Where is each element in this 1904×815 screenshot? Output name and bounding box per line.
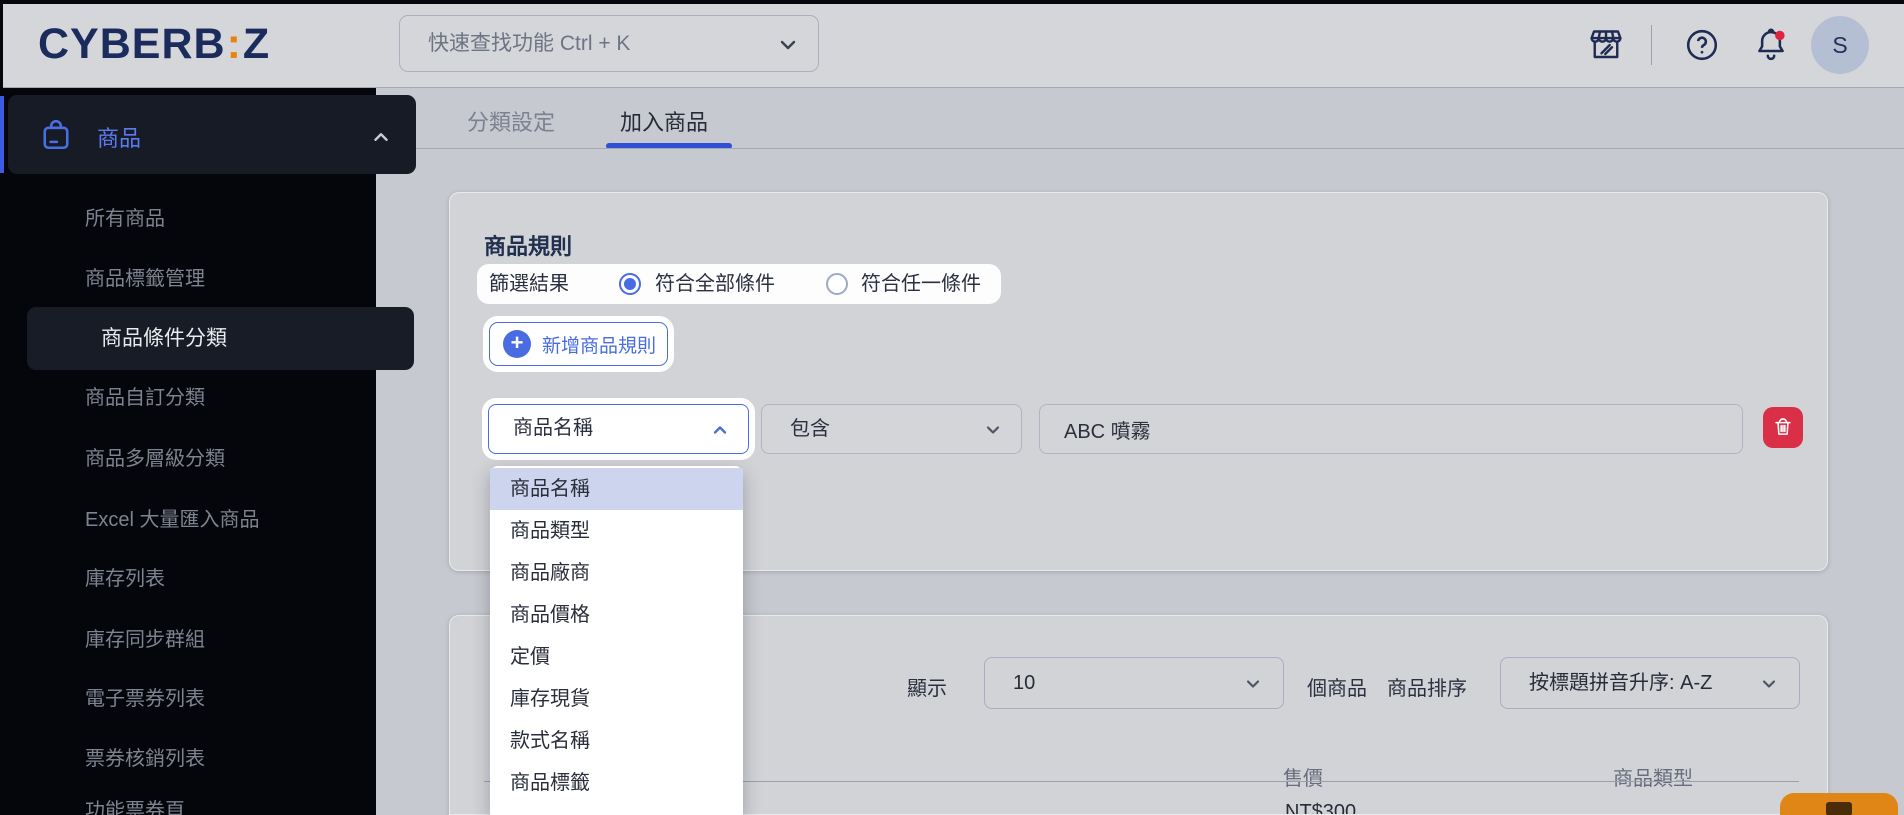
sort-select[interactable]: 按標題拼音升序: A-Z (1500, 657, 1800, 709)
add-rule-label: 新增商品規則 (542, 335, 657, 357)
help-icon[interactable] (1684, 27, 1720, 63)
shopping-bag-icon (38, 117, 74, 158)
column-header-price: 售價 (1283, 768, 1323, 790)
tabs-divider (376, 148, 1904, 149)
option-variant-name[interactable]: 款式名稱 (490, 720, 743, 762)
active-section-accent (0, 96, 4, 173)
sidebar-item-excel-import[interactable]: Excel 大量匯入商品 (85, 506, 259, 534)
chat-widget-button[interactable] (1780, 793, 1898, 815)
rule-field-value: 商品名稱 (513, 417, 593, 439)
tab-category-settings[interactable]: 分類設定 (467, 105, 555, 137)
logo-text-2: Z (242, 20, 271, 68)
chevron-down-icon[interactable] (776, 33, 800, 62)
chevron-up-icon (710, 420, 730, 446)
per-page-value: 10 (1013, 672, 1036, 694)
search-input[interactable] (428, 16, 758, 71)
sidebar-item-all-products[interactable]: 所有商品 (85, 205, 165, 233)
option-product-vendor[interactable]: 商品廠商 (490, 552, 743, 594)
sort-value: 按標題拼音升序: A-Z (1529, 672, 1713, 694)
bell-icon[interactable] (1752, 25, 1788, 61)
sort-label: 商品排序 (1387, 678, 1467, 700)
tab-add-products[interactable]: 加入商品 (620, 105, 708, 137)
field-options-dropdown: 商品名稱 商品類型 商品廠商 商品價格 定價 庫存現貨 款式名稱 商品標籤 (490, 466, 743, 815)
chevron-down-icon (1759, 674, 1779, 699)
sidebar-item-tag-management[interactable]: 商品標籤管理 (85, 265, 205, 293)
table-row-price: NT$300 (1285, 801, 1357, 815)
delete-rule-button[interactable] (1763, 407, 1803, 448)
active-item-label: 商品條件分類 (101, 327, 227, 350)
quick-search[interactable] (399, 15, 819, 72)
filter-result-row: 篩選結果 符合全部條件 符合任一條件 (477, 264, 1001, 304)
unit-label: 個商品 (1307, 678, 1367, 700)
option-product-name[interactable]: 商品名稱 (490, 468, 743, 510)
header-divider (1651, 25, 1652, 65)
trash-icon (1775, 418, 1791, 435)
sidebar-item-cutoff[interactable]: 功能票券頁 (85, 797, 185, 815)
option-product-price[interactable]: 商品價格 (490, 594, 743, 636)
chevron-up-icon[interactable] (370, 126, 392, 153)
sidebar-item-multilevel-category[interactable]: 商品多層級分類 (85, 445, 225, 473)
radio-match-any-label[interactable]: 符合任一條件 (861, 264, 981, 304)
option-product-type[interactable]: 商品類型 (490, 510, 743, 552)
rule-field-select[interactable]: 商品名稱 (488, 404, 749, 454)
sidebar-item-eticket-list[interactable]: 電子票券列表 (85, 685, 205, 713)
sidebar-item-custom-category[interactable]: 商品自訂分類 (85, 384, 205, 412)
chat-widget-logo (1826, 802, 1852, 815)
logo-text: CYBERB (38, 20, 226, 68)
sidebar-section-products[interactable]: 商品 (8, 95, 416, 174)
add-rule-button[interactable]: + 新增商品規則 (489, 322, 668, 366)
plus-icon: + (503, 330, 531, 358)
chevron-down-icon (1243, 674, 1263, 699)
rule-value-field (1039, 404, 1743, 454)
chevron-down-icon (983, 420, 1003, 446)
option-list-price[interactable]: 定價 (490, 636, 743, 678)
top-bar: CYBERB:Z S (0, 0, 1904, 88)
radio-match-all[interactable] (619, 273, 641, 295)
sidebar-item-inventory-list[interactable]: 庫存列表 (85, 565, 165, 593)
sidebar: 商品 所有商品 商品標籤管理 商品條件分類 商品自訂分類 商品多層級分類 Exc… (0, 88, 416, 815)
rule-operator-value: 包含 (790, 418, 830, 440)
storefront-icon[interactable] (1588, 27, 1624, 63)
rule-value-input[interactable] (1064, 405, 1714, 453)
per-page-select[interactable]: 10 (984, 657, 1284, 709)
top-edge-bar (0, 0, 1904, 4)
sidebar-section-label: 商品 (97, 126, 142, 151)
main-content: 分類設定 加入商品 商品規則 篩選結果 符合全部條件 符合任一條件 + 新增商品… (376, 88, 1904, 815)
option-inventory-stock[interactable]: 庫存現貨 (490, 678, 743, 720)
cyberbiz-logo: CYBERB:Z (38, 20, 270, 69)
sidebar-item-condition-category[interactable]: 商品條件分類 (27, 307, 414, 370)
column-header-type: 商品類型 (1613, 768, 1693, 790)
card-title: 商品規則 (484, 234, 573, 259)
show-label: 顯示 (907, 678, 947, 700)
left-edge-bar (0, 0, 3, 90)
sidebar-item-inventory-sync-group[interactable]: 庫存同步群組 (85, 626, 205, 654)
radio-match-all-label[interactable]: 符合全部條件 (655, 264, 775, 304)
rule-operator-select[interactable]: 包含 (761, 404, 1022, 454)
radio-match-any[interactable] (826, 273, 848, 295)
sidebar-item-ticket-redeem-list[interactable]: 票券核銷列表 (85, 745, 205, 773)
logo-separator: : (226, 20, 242, 68)
filter-result-label: 篩選結果 (489, 273, 569, 295)
user-avatar[interactable]: S (1811, 16, 1869, 74)
option-product-tag[interactable]: 商品標籤 (490, 762, 743, 804)
